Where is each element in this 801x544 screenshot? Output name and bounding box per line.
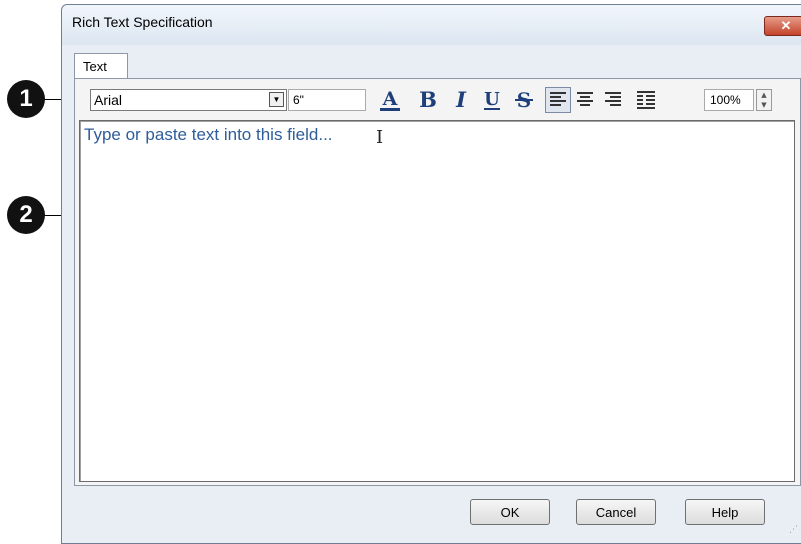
help-button[interactable]: Help xyxy=(685,499,765,525)
zoom-field[interactable]: 100% xyxy=(704,89,754,111)
rich-text-dialog: Rich Text Specification ✕ Text Arial ▼ 6… xyxy=(61,4,801,544)
align-center-icon xyxy=(577,92,593,106)
window-title: Rich Text Specification xyxy=(72,14,213,30)
tab-text[interactable]: Text xyxy=(74,53,128,79)
italic-icon: I xyxy=(455,87,467,112)
align-right-button[interactable] xyxy=(600,87,626,113)
close-icon: ✕ xyxy=(780,18,792,33)
align-left-icon xyxy=(550,92,566,106)
svg-text:I: I xyxy=(455,87,467,112)
bold-icon: B xyxy=(419,87,437,112)
bold-button[interactable]: B xyxy=(415,87,441,113)
callout-1-badge: 1 xyxy=(7,80,45,118)
resize-grip-icon[interactable]: ⋰ xyxy=(789,525,798,535)
chevron-down-icon[interactable]: ▼ xyxy=(269,92,284,107)
justify-button[interactable] xyxy=(633,87,659,113)
font-family-select[interactable]: Arial ▼ xyxy=(90,89,287,111)
callout-2-number: 2 xyxy=(19,201,33,228)
ok-button[interactable]: OK xyxy=(470,499,550,525)
font-size-field[interactable]: 6" xyxy=(288,89,366,111)
underline-button[interactable]: U xyxy=(479,87,505,113)
svg-text:B: B xyxy=(419,87,437,112)
callout-1-number: 1 xyxy=(19,85,33,112)
cancel-button[interactable]: Cancel xyxy=(576,499,656,525)
title-bar[interactable]: Rich Text Specification ✕ xyxy=(62,5,801,45)
justify-icon xyxy=(637,91,655,109)
font-family-value: Arial xyxy=(94,92,123,108)
text-cursor-icon: I xyxy=(376,127,384,148)
callout-2-badge: 2 xyxy=(7,196,45,234)
align-right-icon xyxy=(605,92,621,106)
zoom-spinner[interactable]: ▲ ▼ xyxy=(756,89,772,111)
font-color-icon: A xyxy=(380,88,400,111)
strikethrough-button[interactable]: S xyxy=(511,87,537,113)
italic-button[interactable]: I xyxy=(448,87,474,113)
underline-icon: U xyxy=(484,89,500,110)
svg-text:A: A xyxy=(382,88,398,110)
strikethrough-icon: S xyxy=(515,88,533,112)
rich-text-editor[interactable]: Type or paste text into this field... I xyxy=(79,120,795,482)
font-color-button[interactable]: A xyxy=(377,87,403,113)
align-center-button[interactable] xyxy=(572,87,598,113)
align-left-button[interactable] xyxy=(545,87,571,113)
editor-placeholder: Type or paste text into this field... xyxy=(84,125,333,144)
text-tab-panel: Arial ▼ 6" A B I U S 100% ▲ ▼ Type or pa… xyxy=(74,78,801,486)
spinner-down-icon[interactable]: ▼ xyxy=(761,101,766,109)
spinner-up-icon[interactable]: ▲ xyxy=(761,91,766,99)
close-button[interactable]: ✕ xyxy=(764,16,801,36)
svg-text:U: U xyxy=(484,89,500,110)
